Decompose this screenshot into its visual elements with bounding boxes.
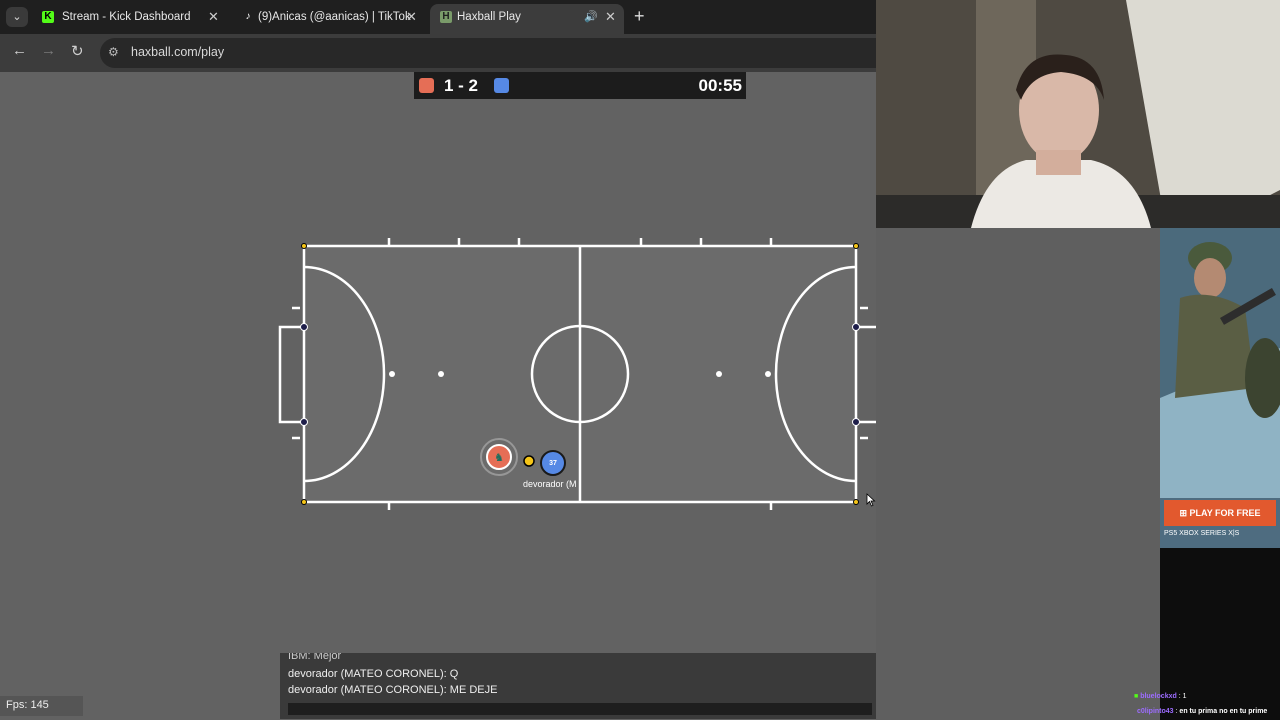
- game-advertisement[interactable]: ⊞ PLAY FOR FREE PS5 XBOX SERIES X|S: [1160, 228, 1280, 548]
- tab-search-button[interactable]: ⌄: [6, 7, 28, 27]
- game-chat: IBM: Mejor devorador (MATEO CORONEL): Q …: [280, 653, 880, 719]
- new-tab-button[interactable]: +: [634, 6, 645, 27]
- tab-title: (9)Anicas (@aanicas) | TikTok: [258, 11, 411, 23]
- tab-kick-dashboard[interactable]: K Stream - Kick Dashboard ✕: [32, 4, 228, 34]
- stream-chat-message: ■ bluelockxd : 1: [1134, 693, 1187, 700]
- chat-message: IBM: Mejor: [288, 653, 342, 662]
- soccer-field: ♞ 37 devorador (M: [278, 238, 882, 510]
- side-background: [876, 228, 1160, 720]
- blue-team-square: [494, 78, 509, 93]
- ball: [523, 455, 535, 467]
- goal-post: [852, 418, 860, 426]
- tiktok-logo-icon: ♪: [245, 11, 251, 22]
- forward-icon[interactable]: →: [41, 42, 56, 59]
- haxball-logo-icon: H: [440, 11, 452, 23]
- play-for-free-button[interactable]: ⊞ PLAY FOR FREE: [1164, 500, 1276, 526]
- score-text: 1 - 2: [444, 76, 479, 95]
- fps-counter: Fps: 145: [0, 696, 83, 716]
- url-text: haxball.com/play: [131, 45, 225, 59]
- tab-title: Stream - Kick Dashboard: [62, 11, 191, 23]
- horse-icon: ♞: [494, 451, 504, 464]
- tab-haxball-play[interactable]: H Haxball Play 🔊 ✕: [430, 4, 624, 34]
- tab-bar: ⌄ K Stream - Kick Dashboard ✕ ♪ (9)Anica…: [0, 0, 876, 34]
- match-timer: 00:55: [698, 76, 742, 95]
- speaker-icon[interactable]: 🔊: [584, 4, 598, 30]
- goal-post: [300, 323, 308, 331]
- url-input[interactable]: ⚙ haxball.com/play: [100, 38, 876, 68]
- site-info-icon[interactable]: ⚙: [108, 45, 119, 59]
- webcam-image: [876, 0, 1280, 228]
- platforms-label: PS5 XBOX SERIES X|S: [1164, 530, 1240, 537]
- scoreboard: 1 - 2 00:55: [414, 72, 746, 99]
- webcam-overlay: [876, 0, 1280, 228]
- close-tab-icon[interactable]: ✕: [605, 4, 616, 30]
- stream-chat-message: c0lipinto43 : en tu prima no en tu prime: [1137, 708, 1268, 715]
- soldier-artwork: [1160, 228, 1280, 498]
- tab-title: Haxball Play: [457, 11, 521, 23]
- reload-icon[interactable]: ↻: [71, 42, 84, 60]
- red-team-square: [419, 78, 434, 93]
- windows-logo-icon: ⊞: [1179, 508, 1190, 518]
- mouse-cursor-icon: [866, 493, 876, 507]
- blue-player-number: 37: [549, 460, 557, 467]
- back-icon[interactable]: ←: [12, 42, 27, 59]
- tab-tiktok[interactable]: ♪ (9)Anicas (@aanicas) | TikTok ✕: [232, 4, 428, 34]
- chat-message: devorador (MATEO CORONEL): ME DEJE: [288, 684, 498, 696]
- left-goal: [278, 325, 304, 424]
- chat-message: devorador (MATEO CORONEL): Q: [288, 668, 459, 680]
- close-tab-icon[interactable]: ✕: [406, 4, 417, 30]
- address-bar: ← → ↻ ⚙ haxball.com/play: [0, 34, 876, 72]
- goal-post: [300, 418, 308, 426]
- close-tab-icon[interactable]: ✕: [208, 4, 219, 30]
- goal-post: [852, 323, 860, 331]
- blue-player-name: devorador (M: [523, 479, 577, 489]
- kick-logo-icon: K: [42, 11, 54, 23]
- chat-input[interactable]: [288, 703, 872, 715]
- stream-chat: ■ bluelockxd : 1 c0lipinto43 : en tu pri…: [1134, 548, 1280, 720]
